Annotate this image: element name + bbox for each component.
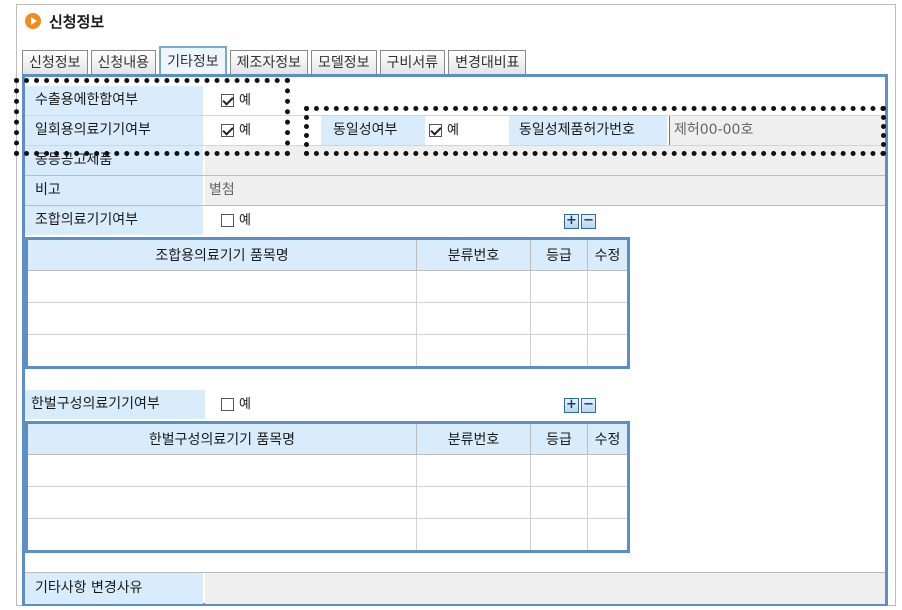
table-cell[interactable]	[587, 518, 629, 552]
table-cell[interactable]	[26, 518, 417, 552]
kit-table: 한벌구성의료기기 품목명 분류번호 등급 수정	[25, 421, 630, 553]
table-cell[interactable]	[530, 486, 588, 519]
tab-required-documents[interactable]: 구비서류	[379, 50, 446, 74]
single-use-checkbox-group[interactable]: 예	[221, 116, 301, 145]
kit-row: 한벌구성의료기기여부 예	[25, 390, 885, 420]
play-bullet-icon	[25, 13, 41, 29]
table-row[interactable]	[26, 454, 629, 487]
export-only-checkbox[interactable]	[221, 94, 234, 107]
export-only-option: 예	[239, 93, 251, 108]
kit-add-button[interactable]: +	[564, 398, 579, 413]
kit-label: 한벌구성의료기기여부	[25, 390, 205, 419]
export-only-checkbox-group[interactable]: 예	[221, 86, 301, 115]
identity-label: 동일성여부	[321, 116, 425, 145]
table-cell[interactable]	[530, 270, 588, 303]
table-cell[interactable]	[416, 486, 531, 519]
table-cell[interactable]	[587, 302, 629, 335]
table-cell[interactable]	[26, 454, 417, 487]
combination-col-class-no: 분류번호	[416, 238, 531, 271]
tab-application-info[interactable]: 신청정보	[22, 50, 88, 74]
tab-other-info[interactable]: 기타정보	[159, 46, 227, 74]
table-cell[interactable]	[26, 302, 417, 335]
tab-bar: 신청정보 신청내용 기타정보 제조자정보 모델정보 구비서류 변경대비표	[22, 46, 529, 74]
kit-col-class-no: 분류번호	[416, 422, 531, 455]
single-use-label: 일회용의료기기여부	[25, 116, 203, 145]
tab-change-comparison[interactable]: 변경대비표	[448, 50, 527, 74]
table-row[interactable]	[26, 334, 629, 368]
table-cell[interactable]	[26, 270, 417, 303]
change-reason-label: 기타사항 변경사유	[25, 573, 203, 604]
table-row[interactable]	[26, 302, 629, 335]
export-only-label: 수출용에한함여부	[25, 86, 203, 115]
combination-add-button[interactable]: +	[564, 214, 579, 229]
remarks-row: 비고 별첨	[25, 176, 885, 206]
section-header: 신청정보	[25, 10, 104, 32]
equivalent-notice-label: 동등공고제품	[25, 146, 203, 175]
combination-option: 예	[239, 213, 251, 228]
page-title: 신청정보	[49, 12, 105, 31]
table-cell[interactable]	[416, 454, 531, 487]
combination-label: 조합의료기기여부	[25, 206, 203, 235]
equivalent-notice-row: 동등공고제품	[25, 146, 885, 176]
combination-checkbox-group[interactable]: 예	[221, 206, 301, 235]
combination-col-edit: 수정	[587, 238, 629, 271]
identity-option: 예	[447, 123, 459, 138]
table-cell[interactable]	[587, 334, 629, 368]
kit-col-edit: 수정	[587, 422, 629, 455]
table-cell[interactable]	[416, 302, 531, 335]
identity-permit-label: 동일성제품허가번호	[509, 116, 667, 145]
identity-permit-field[interactable]: 제허00-00호	[669, 116, 885, 145]
combination-col-grade: 등급	[530, 238, 588, 271]
change-reason-field[interactable]	[205, 573, 885, 604]
tab-application-content[interactable]: 신청내용	[90, 50, 157, 74]
combination-table-header: 조합용의료기기 품목명 분류번호 등급 수정	[26, 238, 629, 271]
table-cell[interactable]	[587, 454, 629, 487]
identity-checkbox-group[interactable]: 예	[429, 116, 509, 145]
combination-table: 조합용의료기기 품목명 분류번호 등급 수정	[25, 237, 630, 369]
remarks-field[interactable]: 별첨	[205, 176, 885, 205]
kit-checkbox[interactable]	[221, 398, 234, 411]
remarks-label: 비고	[25, 176, 203, 205]
table-cell[interactable]	[416, 518, 531, 552]
table-cell[interactable]	[416, 270, 531, 303]
table-row[interactable]	[26, 518, 629, 552]
export-only-row: 수출용에한함여부 예	[25, 86, 885, 116]
kit-option: 예	[239, 397, 251, 412]
combination-col-item-name: 조합용의료기기 품목명	[26, 238, 417, 271]
table-cell[interactable]	[530, 302, 588, 335]
combination-remove-button[interactable]: −	[581, 214, 596, 229]
table-cell[interactable]	[587, 486, 629, 519]
table-cell[interactable]	[587, 270, 629, 303]
tab-manufacturer-info[interactable]: 제조자정보	[229, 50, 308, 74]
table-cell[interactable]	[530, 454, 588, 487]
identity-checkbox[interactable]	[429, 124, 442, 137]
kit-col-item-name: 한벌구성의료기기 품목명	[26, 422, 417, 455]
single-use-row: 일회용의료기기여부 예 동일성여부 예 동일성제품허가번호 제허00-00호	[25, 116, 885, 146]
other-info-panel: 수출용에한함여부 예 일회용의료기기여부 예 동일성여부 예 동일성제품허가번호…	[22, 74, 888, 606]
change-reason-row: 기타사항 변경사유	[25, 572, 885, 604]
kit-col-grade: 등급	[530, 422, 588, 455]
table-row[interactable]	[26, 270, 629, 303]
table-cell[interactable]	[530, 518, 588, 552]
single-use-checkbox[interactable]	[221, 124, 234, 137]
single-use-option: 예	[239, 123, 251, 138]
table-cell[interactable]	[530, 334, 588, 368]
kit-checkbox-group[interactable]: 예	[221, 390, 301, 419]
combination-checkbox[interactable]	[221, 214, 234, 227]
kit-table-header: 한벌구성의료기기 품목명 분류번호 등급 수정	[26, 422, 629, 455]
equivalent-notice-field[interactable]	[205, 146, 885, 175]
combination-row: 조합의료기기여부 예	[25, 206, 885, 236]
table-cell[interactable]	[26, 334, 417, 368]
tab-model-info[interactable]: 모델정보	[311, 50, 377, 74]
table-row[interactable]	[26, 486, 629, 519]
table-cell[interactable]	[26, 486, 417, 519]
kit-remove-button[interactable]: −	[581, 398, 596, 413]
table-cell[interactable]	[416, 334, 531, 368]
